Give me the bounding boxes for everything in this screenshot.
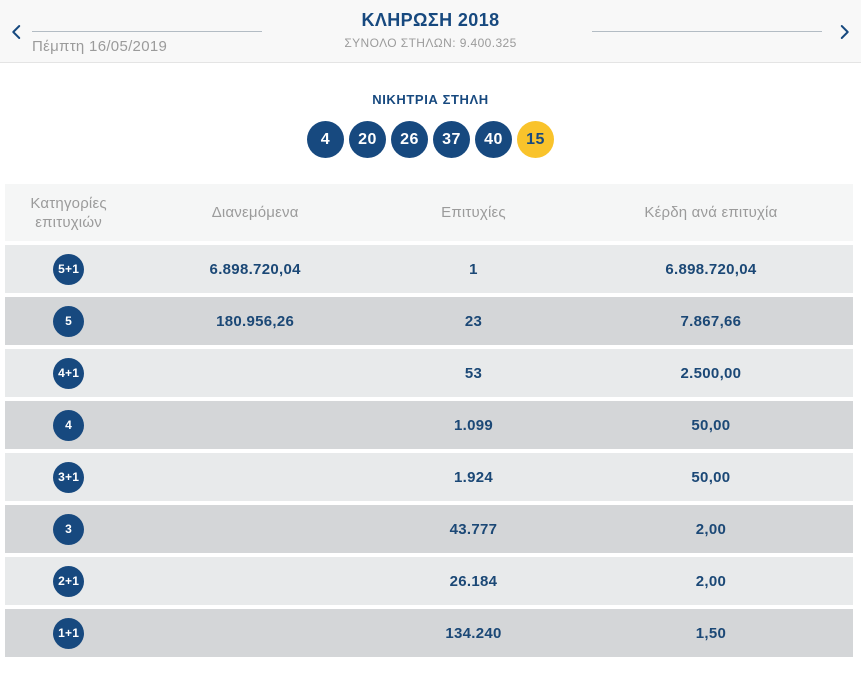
category-badge: 1+1: [53, 618, 84, 649]
category-badge: 5: [53, 306, 84, 337]
winning-numbers-row: 42026374015: [0, 121, 861, 158]
prize-value: 6.898.720,04: [569, 261, 853, 278]
table-row: 3+1 1.92450,00: [5, 453, 853, 501]
winning-number-ball: 20: [349, 121, 386, 158]
column-header-distributed: Διανεμόμενα: [132, 203, 378, 222]
category-cell: 3+1: [5, 462, 132, 493]
lottery-draw-results-page: Πέμπτη 16/05/2019 ΚΛΗΡΩΣΗ 2018 ΣΥΝΟΛΟ ΣΤ…: [0, 0, 861, 688]
prize-categories-table: Κατηγορίες επιτυχιών Διανεμόμενα Επιτυχί…: [5, 184, 853, 657]
table-body: 5+16.898.720,0416.898.720,045180.956,262…: [5, 245, 853, 657]
winners-value: 23: [378, 313, 569, 330]
column-header-winners: Επιτυχίες: [378, 203, 569, 222]
distributed-value: 180.956,26: [132, 313, 378, 330]
category-cell: 3: [5, 514, 132, 545]
right-divider-line: [592, 31, 822, 32]
winning-number-ball: 4: [307, 121, 344, 158]
prize-value: 2.500,00: [569, 365, 853, 382]
winning-numbers-section: ΝΙΚΗΤΡΙΑ ΣΤΗΛΗ 42026374015: [0, 92, 861, 158]
winners-value: 1.924: [378, 469, 569, 486]
winning-number-ball: 26: [391, 121, 428, 158]
next-draw-button[interactable]: [832, 20, 856, 44]
chevron-right-icon: [835, 23, 853, 41]
category-cell: 1+1: [5, 618, 132, 649]
category-badge: 3: [53, 514, 84, 545]
table-header-row: Κατηγορίες επιτυχιών Διανεμόμενα Επιτυχί…: [5, 184, 853, 241]
column-header-categories: Κατηγορίες επιτυχιών: [5, 194, 132, 232]
prize-value: 2,00: [569, 573, 853, 590]
category-cell: 5+1: [5, 254, 132, 285]
previous-draw-button[interactable]: [5, 20, 29, 44]
draw-date-label: Πέμπτη 16/05/2019: [32, 38, 262, 55]
prize-value: 1,50: [569, 625, 853, 642]
prize-value: 7.867,66: [569, 313, 853, 330]
prize-value: 50,00: [569, 417, 853, 434]
table-row: 2+1 26.1842,00: [5, 557, 853, 605]
category-cell: 4: [5, 410, 132, 441]
winners-value: 1.099: [378, 417, 569, 434]
table-row: 5 180.956,26237.867,66: [5, 297, 853, 345]
total-columns-label: ΣΥΝΟΛΟ ΣΤΗΛΩΝ: 9.400.325: [344, 36, 516, 50]
category-badge: 2+1: [53, 566, 84, 597]
draw-navigation-bar: Πέμπτη 16/05/2019 ΚΛΗΡΩΣΗ 2018 ΣΥΝΟΛΟ ΣΤ…: [0, 0, 861, 63]
column-header-prize: Κέρδη ανά επιτυχία: [569, 203, 853, 222]
category-badge: 5+1: [53, 254, 84, 285]
category-cell: 2+1: [5, 566, 132, 597]
winners-value: 53: [378, 365, 569, 382]
distributed-value: 6.898.720,04: [132, 261, 378, 278]
table-row: 5+1 6.898.720,0416.898.720,04: [5, 245, 853, 293]
table-row: 4 1.09950,00: [5, 401, 853, 449]
category-cell: 5: [5, 306, 132, 337]
draw-header: ΚΛΗΡΩΣΗ 2018 ΣΥΝΟΛΟ ΣΤΗΛΩΝ: 9.400.325: [344, 10, 516, 50]
category-cell: 4+1: [5, 358, 132, 389]
chevron-left-icon: [8, 23, 26, 41]
winning-number-ball: 37: [433, 121, 470, 158]
draw-title: ΚΛΗΡΩΣΗ 2018: [344, 10, 516, 31]
next-draw-info: [592, 31, 822, 32]
table-row: 3 43.7772,00: [5, 505, 853, 553]
category-badge: 4: [53, 410, 84, 441]
category-badge: 4+1: [53, 358, 84, 389]
winners-value: 43.777: [378, 521, 569, 538]
winning-column-label: ΝΙΚΗΤΡΙΑ ΣΤΗΛΗ: [0, 92, 861, 107]
winners-value: 1: [378, 261, 569, 278]
winning-number-ball: 40: [475, 121, 512, 158]
previous-draw-info: Πέμπτη 16/05/2019: [32, 31, 262, 55]
category-badge: 3+1: [53, 462, 84, 493]
joker-number-ball: 15: [517, 121, 554, 158]
table-row: 1+1 134.2401,50: [5, 609, 853, 657]
table-row: 4+1 532.500,00: [5, 349, 853, 397]
winners-value: 26.184: [378, 573, 569, 590]
left-divider-line: [32, 31, 262, 32]
winners-value: 134.240: [378, 625, 569, 642]
prize-value: 2,00: [569, 521, 853, 538]
prize-value: 50,00: [569, 469, 853, 486]
